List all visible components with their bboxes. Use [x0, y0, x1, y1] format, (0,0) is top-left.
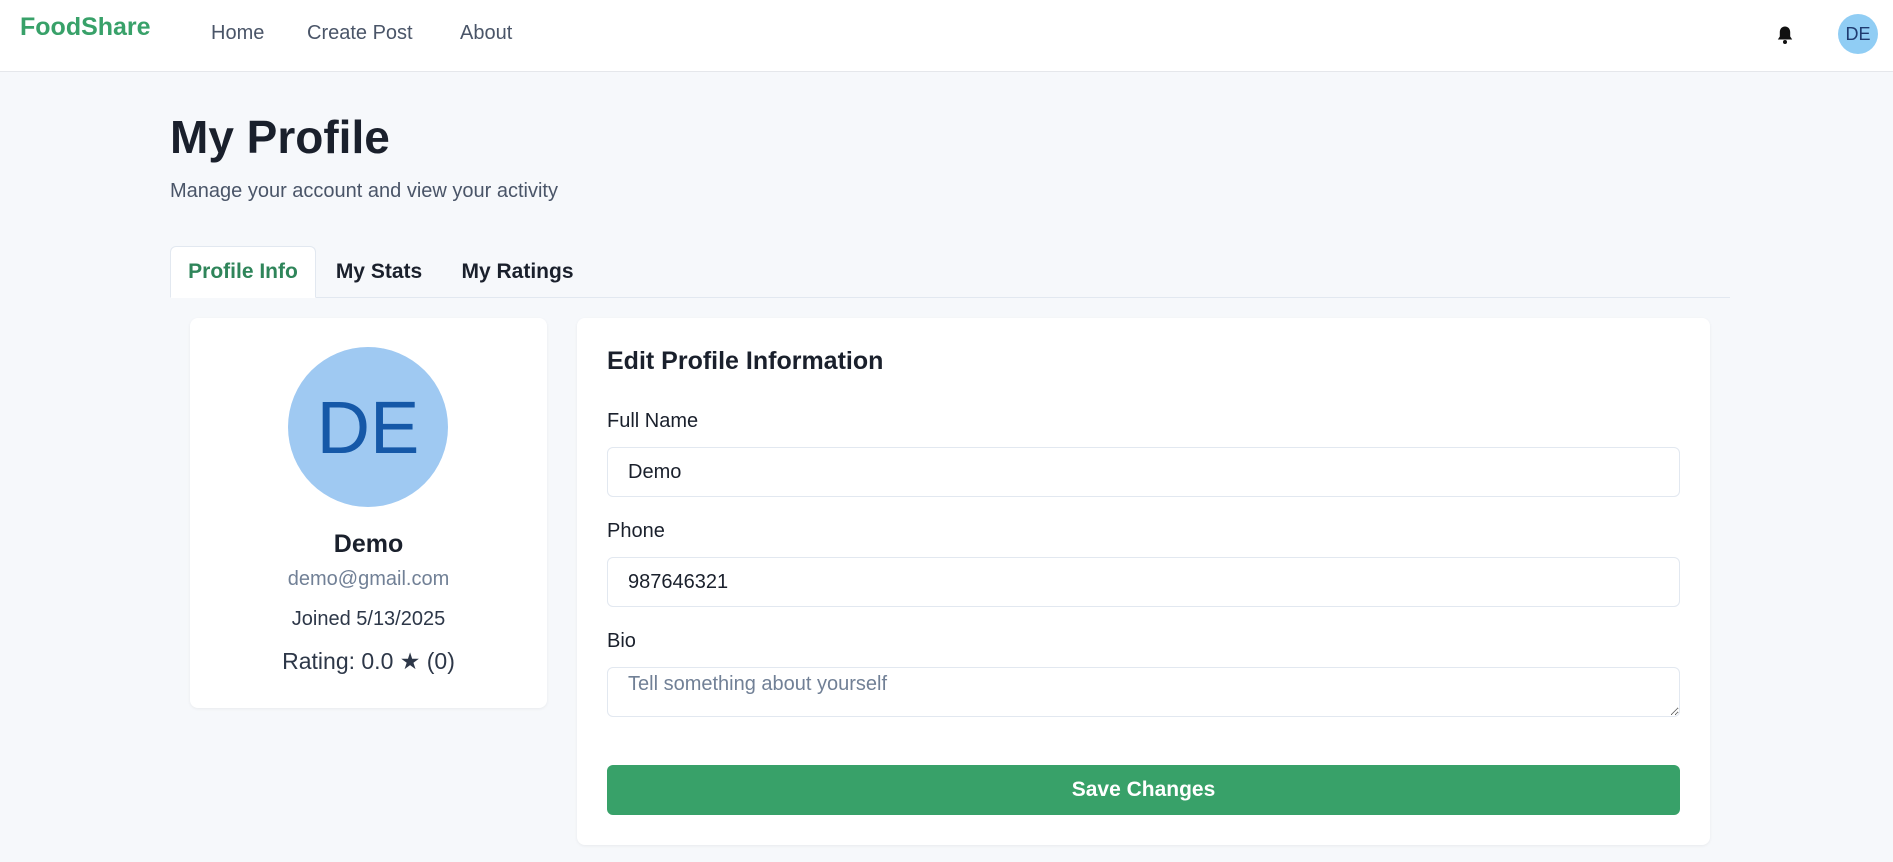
profile-rating: Rating: 0.0 ★ (0)	[282, 648, 455, 674]
tab-my-stats[interactable]: My Stats	[320, 246, 438, 298]
profile-joined-date: Joined 5/13/2025	[291, 608, 446, 630]
full-name-label: Full Name	[607, 410, 699, 432]
profile-name: Demo	[333, 530, 404, 558]
profile-avatar: DE	[288, 347, 448, 507]
tab-profile-info[interactable]: Profile Info	[170, 246, 316, 298]
phone-label: Phone	[607, 520, 665, 542]
notifications-button[interactable]	[1772, 22, 1798, 48]
save-changes-button[interactable]: Save Changes	[607, 765, 1680, 815]
nav-link-create-post[interactable]: Create Post	[307, 22, 413, 45]
nav-link-home[interactable]: Home	[211, 22, 264, 45]
nav-link-about[interactable]: About	[460, 22, 512, 45]
phone-input[interactable]	[607, 557, 1680, 607]
user-avatar-menu[interactable]: DE	[1838, 14, 1878, 54]
profile-summary-card: DE Demo demo@gmail.com Joined 5/13/2025 …	[190, 318, 547, 708]
page-subtitle: Manage your account and view your activi…	[170, 180, 558, 202]
bio-label: Bio	[607, 630, 636, 652]
edit-profile-card: Edit Profile Information Full Name Phone…	[577, 318, 1710, 845]
edit-profile-title: Edit Profile Information	[607, 347, 884, 375]
page-title: My Profile	[170, 111, 390, 163]
top-navbar: FoodShare Home Create Post About DE	[0, 0, 1893, 72]
bio-textarea[interactable]	[607, 667, 1680, 717]
profile-email: demo@gmail.com	[287, 568, 450, 590]
full-name-input[interactable]	[607, 447, 1680, 497]
brand-logo[interactable]: FoodShare	[20, 13, 151, 42]
bell-icon	[1777, 26, 1793, 44]
tab-my-ratings[interactable]: My Ratings	[455, 246, 580, 298]
